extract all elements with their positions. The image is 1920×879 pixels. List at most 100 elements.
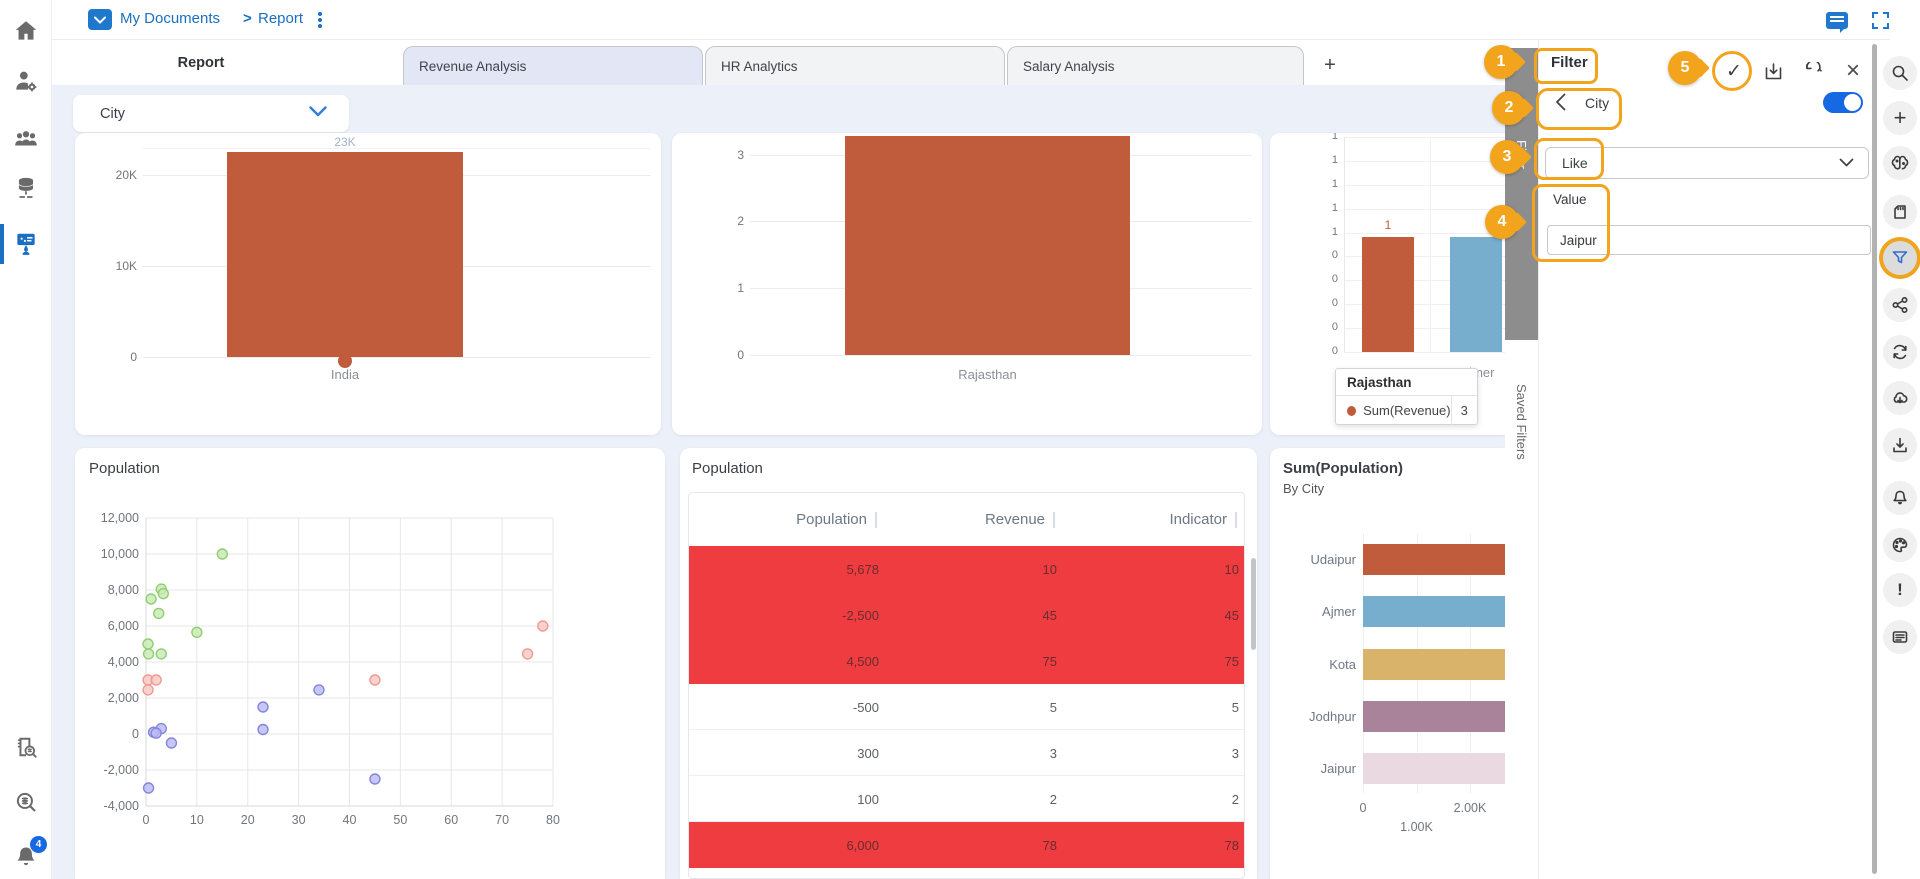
scatter-point-red[interactable]	[538, 621, 548, 631]
comment-icon[interactable]	[1826, 12, 1848, 29]
scatter-point-green[interactable]	[154, 608, 164, 618]
table-cell: 3	[1159, 730, 1239, 776]
table-cell: 78	[977, 822, 1057, 868]
y-axis-tick: 4,000	[108, 655, 139, 669]
search-icon[interactable]	[1883, 56, 1917, 90]
bar-rajasthan[interactable]	[845, 136, 1130, 355]
gridline	[750, 355, 1252, 356]
bar-jaipur[interactable]	[1362, 237, 1414, 352]
hbar-kota[interactable]	[1363, 649, 1505, 680]
y-axis-tick: 1	[702, 281, 744, 295]
filter-value-input[interactable]: Jaipur	[1547, 225, 1871, 255]
tooltip-series-name: Sum(Revenue)	[1363, 403, 1450, 418]
table-row[interactable]: 30033	[689, 730, 1244, 776]
scatter-point-green[interactable]	[143, 639, 153, 649]
scatter-point-red[interactable]	[151, 675, 161, 685]
column-header-indicator[interactable]: Indicator	[1169, 493, 1237, 546]
operator-select[interactable]: Like	[1545, 147, 1869, 179]
scatter-point-red[interactable]	[523, 649, 533, 659]
scatter-point-purple[interactable]	[258, 725, 268, 735]
filter-funnel-icon[interactable]	[1883, 241, 1917, 275]
column-header-population[interactable]: Population	[796, 493, 877, 546]
refresh-sync-icon[interactable]	[1883, 335, 1917, 369]
add-icon[interactable]: +	[1883, 101, 1917, 135]
hbar-jodhpur[interactable]	[1363, 701, 1505, 732]
breadcrumb-my-documents[interactable]: My Documents	[120, 10, 220, 27]
y-axis-tick: 10,000	[101, 547, 139, 561]
hbar-ajmer[interactable]	[1363, 596, 1505, 627]
column-header-revenue[interactable]: Revenue	[985, 493, 1055, 546]
y-axis-tick: 10K	[95, 259, 137, 273]
close-panel-icon[interactable]: ×	[1839, 57, 1867, 85]
scatter-point-purple[interactable]	[258, 702, 268, 712]
bar-ajmer[interactable]	[1450, 237, 1502, 352]
report-kebab-menu-icon[interactable]	[318, 9, 324, 31]
metadata-search-icon[interactable]	[13, 734, 39, 760]
table-cell: 5	[977, 684, 1057, 730]
save-filter-icon[interactable]	[1759, 57, 1787, 85]
tab-hr-analytics[interactable]: HR Analytics	[705, 46, 1005, 85]
table-row[interactable]: -50055	[689, 684, 1244, 730]
cloud-download-icon[interactable]	[1883, 381, 1917, 415]
table-row[interactable]: 4,5007575	[689, 638, 1244, 684]
comments-note-icon[interactable]	[1883, 620, 1917, 654]
filter-panel: Filter ✓ × City Like Value Jaipur	[1538, 40, 1890, 879]
exclamation-icon[interactable]: !	[1883, 573, 1917, 607]
scatter-point-purple[interactable]	[144, 783, 154, 793]
back-chevron-icon[interactable]	[1555, 93, 1575, 113]
scatter-point-green[interactable]	[158, 589, 168, 599]
add-tab-button[interactable]: +	[1314, 46, 1346, 85]
reset-filter-refresh-icon[interactable]	[1799, 57, 1827, 85]
tab-salary-analysis[interactable]: Salary Analysis	[1007, 46, 1304, 85]
panel-scrollbar[interactable]	[1872, 44, 1877, 874]
database-icon[interactable]	[13, 175, 39, 201]
scatter-point-purple[interactable]	[166, 738, 176, 748]
table-row[interactable]: 5,6781010	[689, 546, 1244, 592]
fullscreen-icon[interactable]	[1872, 12, 1889, 29]
y-axis-tick: 0	[702, 348, 744, 362]
table-scrollbar[interactable]	[1251, 558, 1256, 650]
table-cell: 100	[799, 776, 879, 822]
x-axis-tick: 0	[1338, 801, 1388, 815]
reports-icon[interactable]	[13, 230, 39, 256]
user-groups-icon[interactable]	[13, 126, 39, 152]
scatter-point-red[interactable]	[370, 675, 380, 685]
download-icon[interactable]	[1883, 428, 1917, 462]
scatter-point-purple[interactable]	[314, 685, 324, 695]
breadcrumb-report[interactable]: Report	[258, 10, 303, 27]
scatter-point-red[interactable]	[143, 685, 153, 695]
y-axis-tick: 1	[1304, 226, 1338, 238]
filter-enabled-toggle[interactable]	[1823, 92, 1863, 113]
hbar-jaipur[interactable]	[1363, 753, 1505, 784]
table-row[interactable]: 6,0007878	[689, 822, 1244, 868]
scatter-point-green[interactable]	[146, 594, 156, 604]
topbar: My Documents > Report	[52, 0, 1890, 40]
tab-revenue-analysis[interactable]: Revenue Analysis	[403, 46, 703, 85]
scatter-point-purple[interactable]	[151, 728, 161, 738]
saved-filters-vertical-tab[interactable]: Saved Filters	[1505, 340, 1538, 625]
table-row[interactable]: -2,5004545	[689, 592, 1244, 638]
gridline	[1344, 233, 1505, 234]
table-cell: 2	[1159, 776, 1239, 822]
scatter-point-green[interactable]	[217, 549, 227, 559]
memory-card-icon[interactable]	[1883, 195, 1917, 229]
table-row[interactable]: 10022	[689, 776, 1244, 822]
folder-dropdown-icon[interactable]	[88, 9, 112, 30]
scatter-point-green[interactable]	[156, 649, 166, 659]
user-settings-icon[interactable]	[13, 68, 39, 94]
ai-brain-icon[interactable]	[1883, 146, 1917, 180]
theme-palette-icon[interactable]	[1883, 528, 1917, 562]
share-icon[interactable]	[1883, 288, 1917, 322]
apply-filter-check-icon[interactable]: ✓	[1720, 57, 1748, 85]
home-icon[interactable]	[13, 18, 39, 44]
data-search-icon[interactable]	[13, 789, 39, 815]
scatter-point-green[interactable]	[144, 649, 154, 659]
x-axis-label: India	[227, 367, 463, 382]
city-filter-dropdown[interactable]: City	[73, 95, 349, 132]
filter-panel-title: Filter	[1551, 54, 1588, 71]
alerts-bell-icon[interactable]	[1883, 481, 1917, 515]
scatter-point-green[interactable]	[192, 627, 202, 637]
scatter-point-purple[interactable]	[370, 774, 380, 784]
bar-india[interactable]	[227, 152, 463, 357]
hbar-udaipur[interactable]	[1363, 544, 1505, 575]
